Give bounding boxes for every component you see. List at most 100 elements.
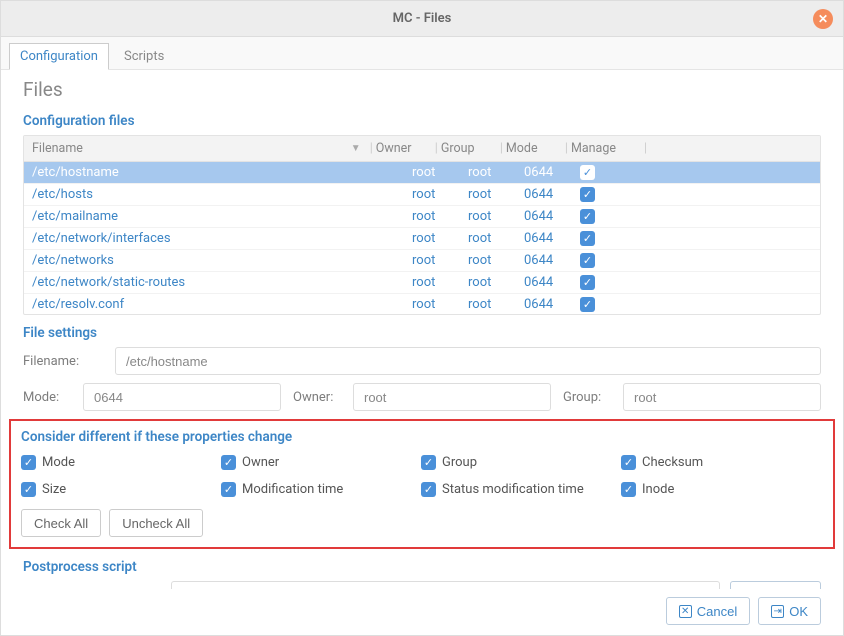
cell-group: root [468,187,524,202]
window-title: MC - Files [393,11,452,26]
filename-label: Filename: [23,354,103,369]
cell-manage[interactable]: ✓ [580,187,650,202]
table-row[interactable]: /etc/networksrootroot0644✓ [24,250,820,272]
check-icon: ✓ [21,455,36,470]
table-header: Filename ▼ | Owner | Group | Mode | Mana… [24,136,820,162]
tab-scripts[interactable]: Scripts [113,43,175,69]
section-postprocess: Postprocess script [23,559,821,575]
check-icon: ✓ [221,482,236,497]
page-body: Files Configuration files Filename ▼ | O… [1,70,843,589]
check-icon: ✓ [580,253,595,268]
table-row[interactable]: /etc/mailnamerootroot0644✓ [24,206,820,228]
cell-owner: root [412,275,468,290]
table-body: /etc/hostnamerootroot0644✓/etc/hostsroot… [24,162,820,314]
uncheck-all-button[interactable]: Uncheck All [109,509,203,537]
dialog-footer: ✕ Cancel ⇥ OK [1,589,843,635]
check-icon: ✓ [421,482,436,497]
section-file-settings: File settings [23,325,821,341]
table-row[interactable]: /etc/network/interfacesrootroot0644✓ [24,228,820,250]
check-icon: ✓ [580,297,595,312]
check-icon: ✓ [21,482,36,497]
check-icon: ✓ [580,209,595,224]
tab-bar: Configuration Scripts [1,37,843,70]
cell-manage[interactable]: ✓ [580,297,650,312]
col-manage[interactable]: Manage [571,141,641,156]
cell-filename: /etc/mailname [24,209,412,224]
cell-owner: root [412,253,468,268]
cell-group: root [468,275,524,290]
mode-label: Mode: [23,390,71,405]
check-icon: ✓ [421,455,436,470]
prop-size[interactable]: ✓Size [21,482,221,497]
cell-filename: /etc/network/interfaces [24,231,412,246]
check-icon: ✓ [621,482,636,497]
prop-mode[interactable]: ✓Mode [21,455,221,470]
col-filename[interactable]: Filename [24,141,351,156]
cancel-icon: ✕ [679,605,692,618]
check-icon: ✓ [580,231,595,246]
cell-manage[interactable]: ✓ [580,275,650,290]
prop-mtime[interactable]: ✓Modification time [221,482,421,497]
owner-input[interactable] [353,383,551,411]
cell-manage[interactable]: ✓ [580,253,650,268]
titlebar: MC - Files ✕ [1,1,843,37]
cell-mode: 0644 [524,187,580,202]
prop-ctime[interactable]: ✓Status modification time [421,482,621,497]
cell-owner: root [412,231,468,246]
cell-owner: root [412,297,468,312]
check-all-button[interactable]: Check All [21,509,101,537]
sort-desc-icon[interactable]: ▼ [351,143,367,154]
cell-mode: 0644 [524,209,580,224]
cell-owner: root [412,187,468,202]
check-icon: ✓ [580,165,595,180]
cell-manage[interactable]: ✓ [580,231,650,246]
table-row[interactable]: /etc/hostsrootroot0644✓ [24,184,820,206]
table-row[interactable]: /etc/hostnamerootroot0644✓ [24,162,820,184]
cell-mode: 0644 [524,253,580,268]
cell-group: root [468,165,524,180]
cell-manage[interactable]: ✓ [580,165,650,180]
mode-input[interactable] [83,383,281,411]
cancel-button[interactable]: ✕ Cancel [666,597,750,625]
cell-group: root [468,253,524,268]
cell-filename: /etc/hosts [24,187,412,202]
postprocess-input[interactable] [171,581,720,589]
check-icon: ✓ [221,455,236,470]
close-icon[interactable]: ✕ [813,9,833,29]
cell-filename: /etc/hostname [24,165,412,180]
col-owner[interactable]: Owner [376,141,432,156]
table-row[interactable]: /etc/network/static-routesrootroot0644✓ [24,272,820,294]
prop-group[interactable]: ✓Group [421,455,621,470]
cell-mode: 0644 [524,275,580,290]
cell-mode: 0644 [524,231,580,246]
consider-different-section: Consider different if these properties c… [9,419,835,549]
col-mode[interactable]: Mode [506,141,562,156]
dialog-mc-files: MC - Files ✕ Configuration Scripts Files… [0,0,844,636]
cell-mode: 0644 [524,297,580,312]
ok-button[interactable]: ⇥ OK [758,597,821,625]
cell-filename: /etc/resolv.conf [24,297,412,312]
tab-configuration[interactable]: Configuration [9,43,109,70]
ok-icon: ⇥ [771,605,784,618]
cell-group: root [468,209,524,224]
table-row[interactable]: /etc/resolv.confrootroot0644✓ [24,294,820,314]
execute-button[interactable]: Execute [730,581,821,589]
prop-owner[interactable]: ✓Owner [221,455,421,470]
config-files-table: Filename ▼ | Owner | Group | Mode | Mana… [23,135,821,315]
col-group[interactable]: Group [441,141,497,156]
check-icon: ✓ [621,455,636,470]
group-input[interactable] [623,383,821,411]
cell-group: root [468,231,524,246]
cell-filename: /etc/networks [24,253,412,268]
filename-input[interactable] [115,347,821,375]
check-icon: ✓ [580,187,595,202]
section-consider-different: Consider different if these properties c… [21,429,823,445]
cell-mode: 0644 [524,165,580,180]
section-configuration-files: Configuration files [23,113,821,129]
check-icon: ✓ [580,275,595,290]
prop-inode[interactable]: ✓Inode [621,482,823,497]
cell-owner: root [412,209,468,224]
prop-checksum[interactable]: ✓Checksum [621,455,823,470]
cell-manage[interactable]: ✓ [580,209,650,224]
owner-label: Owner: [293,390,341,405]
